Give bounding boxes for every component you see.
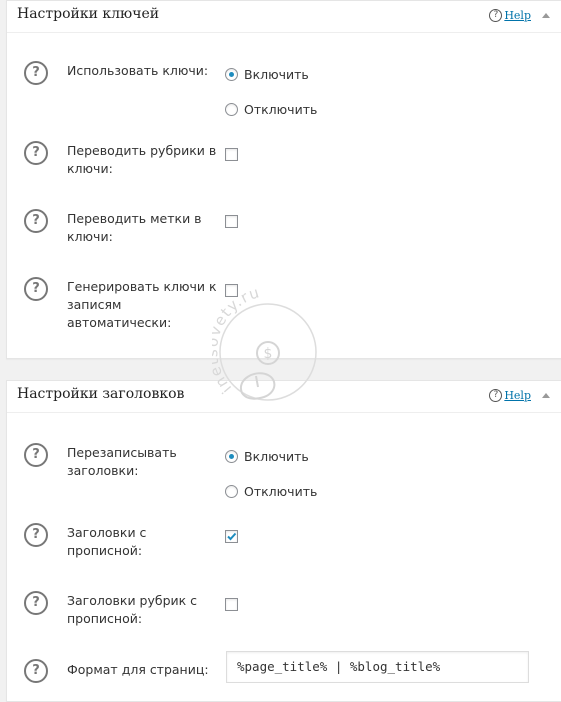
autogen-keys-label: Генерировать ключи к записям автоматичес… [67,279,217,330]
capitalize-categories-label: Заголовки рубрик с прописной: [67,593,198,626]
keys-settings-panel: Настройки ключей ? Help ? Использовать к… [6,0,561,359]
autogen-keys-checkbox[interactable] [225,284,238,297]
rewrite-disable-radio[interactable] [225,485,238,498]
keys-help-area: ? Help [489,9,550,22]
rewrite-enable-label: Включить [244,449,309,464]
keys-help-link[interactable]: Help [504,9,531,22]
rewrite-titles-label: Перезаписывать заголовки: [67,445,177,478]
help-circle-icon[interactable]: ? [24,141,48,165]
checkmark-icon [227,532,237,541]
capitalize-categories-checkbox[interactable] [225,598,238,611]
use-keys-disable-label: Отключить [244,102,318,117]
capitalize-titles-checkbox[interactable] [225,530,238,543]
use-keys-disable-radio[interactable] [225,103,238,116]
keys-panel-title: Настройки ключей [17,6,160,22]
use-keys-enable-label: Включить [244,67,309,82]
use-keys-enable-option[interactable]: Включить [225,67,309,82]
titles-panel-title: Настройки заголовков [17,386,185,402]
use-keys-label: Использовать ключи: [67,63,209,78]
capitalize-titles-label: Заголовки с прописной: [67,525,147,558]
help-circle-icon[interactable]: ? [489,9,503,22]
help-circle-icon[interactable]: ? [24,659,48,683]
titles-panel-header: Настройки заголовков ? Help [7,381,561,413]
rewrite-disable-label: Отключить [244,484,318,499]
titles-help-area: ? Help [489,389,550,402]
tags-to-keys-checkbox[interactable] [225,215,238,228]
help-circle-icon[interactable]: ? [24,61,48,85]
page-format-input[interactable]: %page_title% | %blog_title% [226,651,529,683]
rewrite-enable-option[interactable]: Включить [225,449,309,464]
help-circle-icon[interactable]: ? [24,209,48,233]
use-keys-enable-radio[interactable] [225,68,238,81]
use-keys-disable-option[interactable]: Отключить [225,102,317,117]
collapse-arrow-icon[interactable] [542,13,550,18]
tags-to-keys-label: Переводить метки в ключи: [67,211,202,244]
help-circle-icon[interactable]: ? [24,443,48,467]
rewrite-disable-option[interactable]: Отключить [225,484,317,499]
help-circle-icon[interactable]: ? [489,389,503,402]
titles-help-link[interactable]: Help [504,389,531,402]
help-circle-icon[interactable]: ? [24,591,48,615]
keys-panel-header: Настройки ключей ? Help [7,1,561,33]
help-circle-icon[interactable]: ? [24,523,48,547]
categories-to-keys-checkbox[interactable] [225,148,238,161]
categories-to-keys-label: Переводить рубрики в ключи: [67,143,217,176]
rewrite-enable-radio[interactable] [225,450,238,463]
collapse-arrow-icon[interactable] [542,393,550,398]
help-circle-icon[interactable]: ? [24,277,48,301]
titles-settings-panel: Настройки заголовков ? Help ? Перезаписы… [6,380,561,702]
page-format-label: Формат для страниц: [67,662,209,677]
